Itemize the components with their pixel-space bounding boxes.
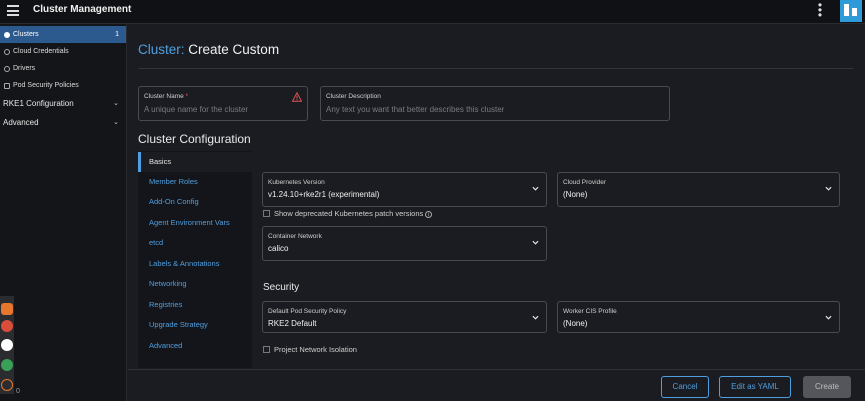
chevron-down-icon: ⌄: [113, 119, 119, 126]
worker-cis-profile-select[interactable]: Worker CIS Profile (None): [557, 301, 840, 333]
cloud-provider-select[interactable]: Cloud Provider (None): [557, 172, 840, 207]
footer-actions: Cancel Edit as YAML Create: [128, 369, 865, 401]
sidebar-item-label: Drivers: [13, 65, 36, 72]
checkbox-box[interactable]: [263, 210, 270, 217]
chevron-down-icon: ⌄: [113, 100, 119, 107]
app-title: Cluster Management: [33, 4, 132, 15]
tab-agent-environment-vars[interactable]: Agent Environment Vars: [138, 213, 252, 233]
page-title: Cluster: Create Custom: [138, 42, 279, 57]
cloud-provider-label: Cloud Provider: [563, 179, 606, 186]
main-content: Cluster: Create Custom Cluster Name * A …: [128, 24, 865, 401]
microphone-icon[interactable]: [1, 320, 13, 332]
network-icon[interactable]: [1, 359, 13, 371]
sidebar-item-pod-security-policies[interactable]: Pod Security Policies: [0, 77, 126, 94]
sidebar-item-label: Pod Security Policies: [13, 82, 79, 89]
hamburger-menu-icon[interactable]: [7, 5, 19, 16]
container-network-label: Container Network: [268, 233, 322, 240]
sidebar-item-drivers[interactable]: Drivers: [0, 60, 126, 77]
cloud-provider-value: (None): [563, 190, 588, 199]
show-deprecated-versions-checkbox[interactable]: Show deprecated Kubernetes patch version…: [263, 209, 433, 218]
sidebar-group-rke1-configuration[interactable]: RKE1 Configuration ⌄: [0, 94, 126, 113]
tab-networking[interactable]: Networking: [138, 274, 252, 294]
pod-security-policy-value: RKE2 Default: [268, 319, 317, 328]
document-icon[interactable]: [1, 339, 13, 351]
pod-security-policy-select[interactable]: Default Pod Security Policy RKE2 Default: [262, 301, 547, 333]
arrow-icon[interactable]: [1, 303, 13, 315]
cluster-configuration-heading: Cluster Configuration: [138, 132, 251, 146]
top-bar: Cluster Management • • •: [0, 0, 865, 24]
warning-icon: [292, 92, 302, 102]
cluster-name-placeholder: A unique name for the cluster: [144, 105, 249, 114]
cancel-button[interactable]: Cancel: [661, 376, 709, 398]
chevron-down-icon: [532, 186, 539, 191]
page-title-text: Create Custom: [188, 42, 280, 57]
recording-icon[interactable]: [1, 379, 13, 391]
sidebar-item-cloud-credentials[interactable]: Cloud Credentials: [0, 43, 126, 60]
kubernetes-version-select[interactable]: Kubernetes Version v1.24.10+rke2r1 (expe…: [262, 172, 547, 207]
config-tabs: Basics Member Roles Add-On Config Agent …: [138, 151, 252, 368]
project-network-isolation-checkbox[interactable]: Project Network Isolation: [263, 345, 357, 354]
tab-etcd[interactable]: etcd: [138, 233, 252, 253]
chevron-down-icon: [532, 240, 539, 245]
cluster-name-label-text: Cluster Name: [144, 93, 184, 100]
floating-toolbar: [0, 296, 14, 394]
container-network-select[interactable]: Container Network calico: [262, 226, 547, 261]
checkbox-label: Show deprecated Kubernetes patch version…: [274, 209, 424, 218]
cluster-description-placeholder: Any text you want that better describes …: [326, 105, 505, 114]
cluster-name-label: Cluster Name *: [144, 93, 188, 100]
policy-icon: [4, 83, 10, 89]
sidebar-group-label: Advanced: [3, 118, 39, 127]
sidebar-item-label: Cloud Credentials: [13, 48, 69, 55]
tab-advanced[interactable]: Advanced: [138, 336, 252, 356]
clusters-count-badge: 1: [115, 31, 119, 38]
credentials-icon: [4, 49, 10, 55]
chevron-down-icon: [825, 315, 832, 320]
sidebar-group-advanced[interactable]: Advanced ⌄: [0, 113, 126, 132]
more-options-icon[interactable]: • • •: [817, 0, 823, 21]
tab-add-on-config[interactable]: Add-On Config: [138, 192, 252, 212]
sidebar: Clusters 1 Cloud Credentials Drivers Pod…: [0, 24, 127, 401]
sidebar-item-clusters[interactable]: Clusters 1: [0, 26, 126, 43]
info-icon[interactable]: i: [425, 211, 433, 218]
worker-cis-profile-label: Worker CIS Profile: [563, 308, 617, 315]
version-label: 0: [16, 388, 20, 395]
tab-member-roles[interactable]: Member Roles: [138, 172, 252, 192]
sidebar-group-label: RKE1 Configuration: [3, 99, 74, 108]
cluster-name-field[interactable]: Cluster Name * A unique name for the clu…: [138, 86, 308, 121]
pod-security-policy-label: Default Pod Security Policy: [268, 308, 347, 315]
clusters-icon: [4, 32, 10, 38]
tab-registries[interactable]: Registries: [138, 295, 252, 315]
product-logo[interactable]: [840, 0, 862, 22]
sidebar-item-label: Clusters: [13, 31, 39, 38]
chevron-down-icon: [825, 186, 832, 191]
checkbox-label: Project Network Isolation: [274, 345, 357, 354]
drivers-icon: [4, 66, 10, 72]
tab-upgrade-strategy[interactable]: Upgrade Strategy: [138, 315, 252, 335]
tab-basics[interactable]: Basics: [138, 152, 252, 172]
create-button[interactable]: Create: [803, 376, 851, 398]
container-network-value: calico: [268, 244, 289, 253]
title-divider: [138, 68, 854, 69]
edit-as-yaml-button[interactable]: Edit as YAML: [719, 376, 791, 398]
breadcrumb-cluster[interactable]: Cluster:: [138, 42, 185, 57]
checkbox-box[interactable]: [263, 346, 270, 353]
chevron-down-icon: [532, 315, 539, 320]
cluster-description-label: Cluster Description: [326, 93, 381, 100]
security-heading: Security: [263, 282, 300, 293]
kubernetes-version-value: v1.24.10+rke2r1 (experimental): [268, 190, 380, 199]
tab-labels-annotations[interactable]: Labels & Annotations: [138, 254, 252, 274]
required-marker: *: [185, 93, 189, 100]
worker-cis-profile-value: (None): [563, 319, 588, 328]
cluster-description-field[interactable]: Cluster Description Any text you want th…: [320, 86, 670, 121]
kubernetes-version-label: Kubernetes Version: [268, 179, 325, 186]
